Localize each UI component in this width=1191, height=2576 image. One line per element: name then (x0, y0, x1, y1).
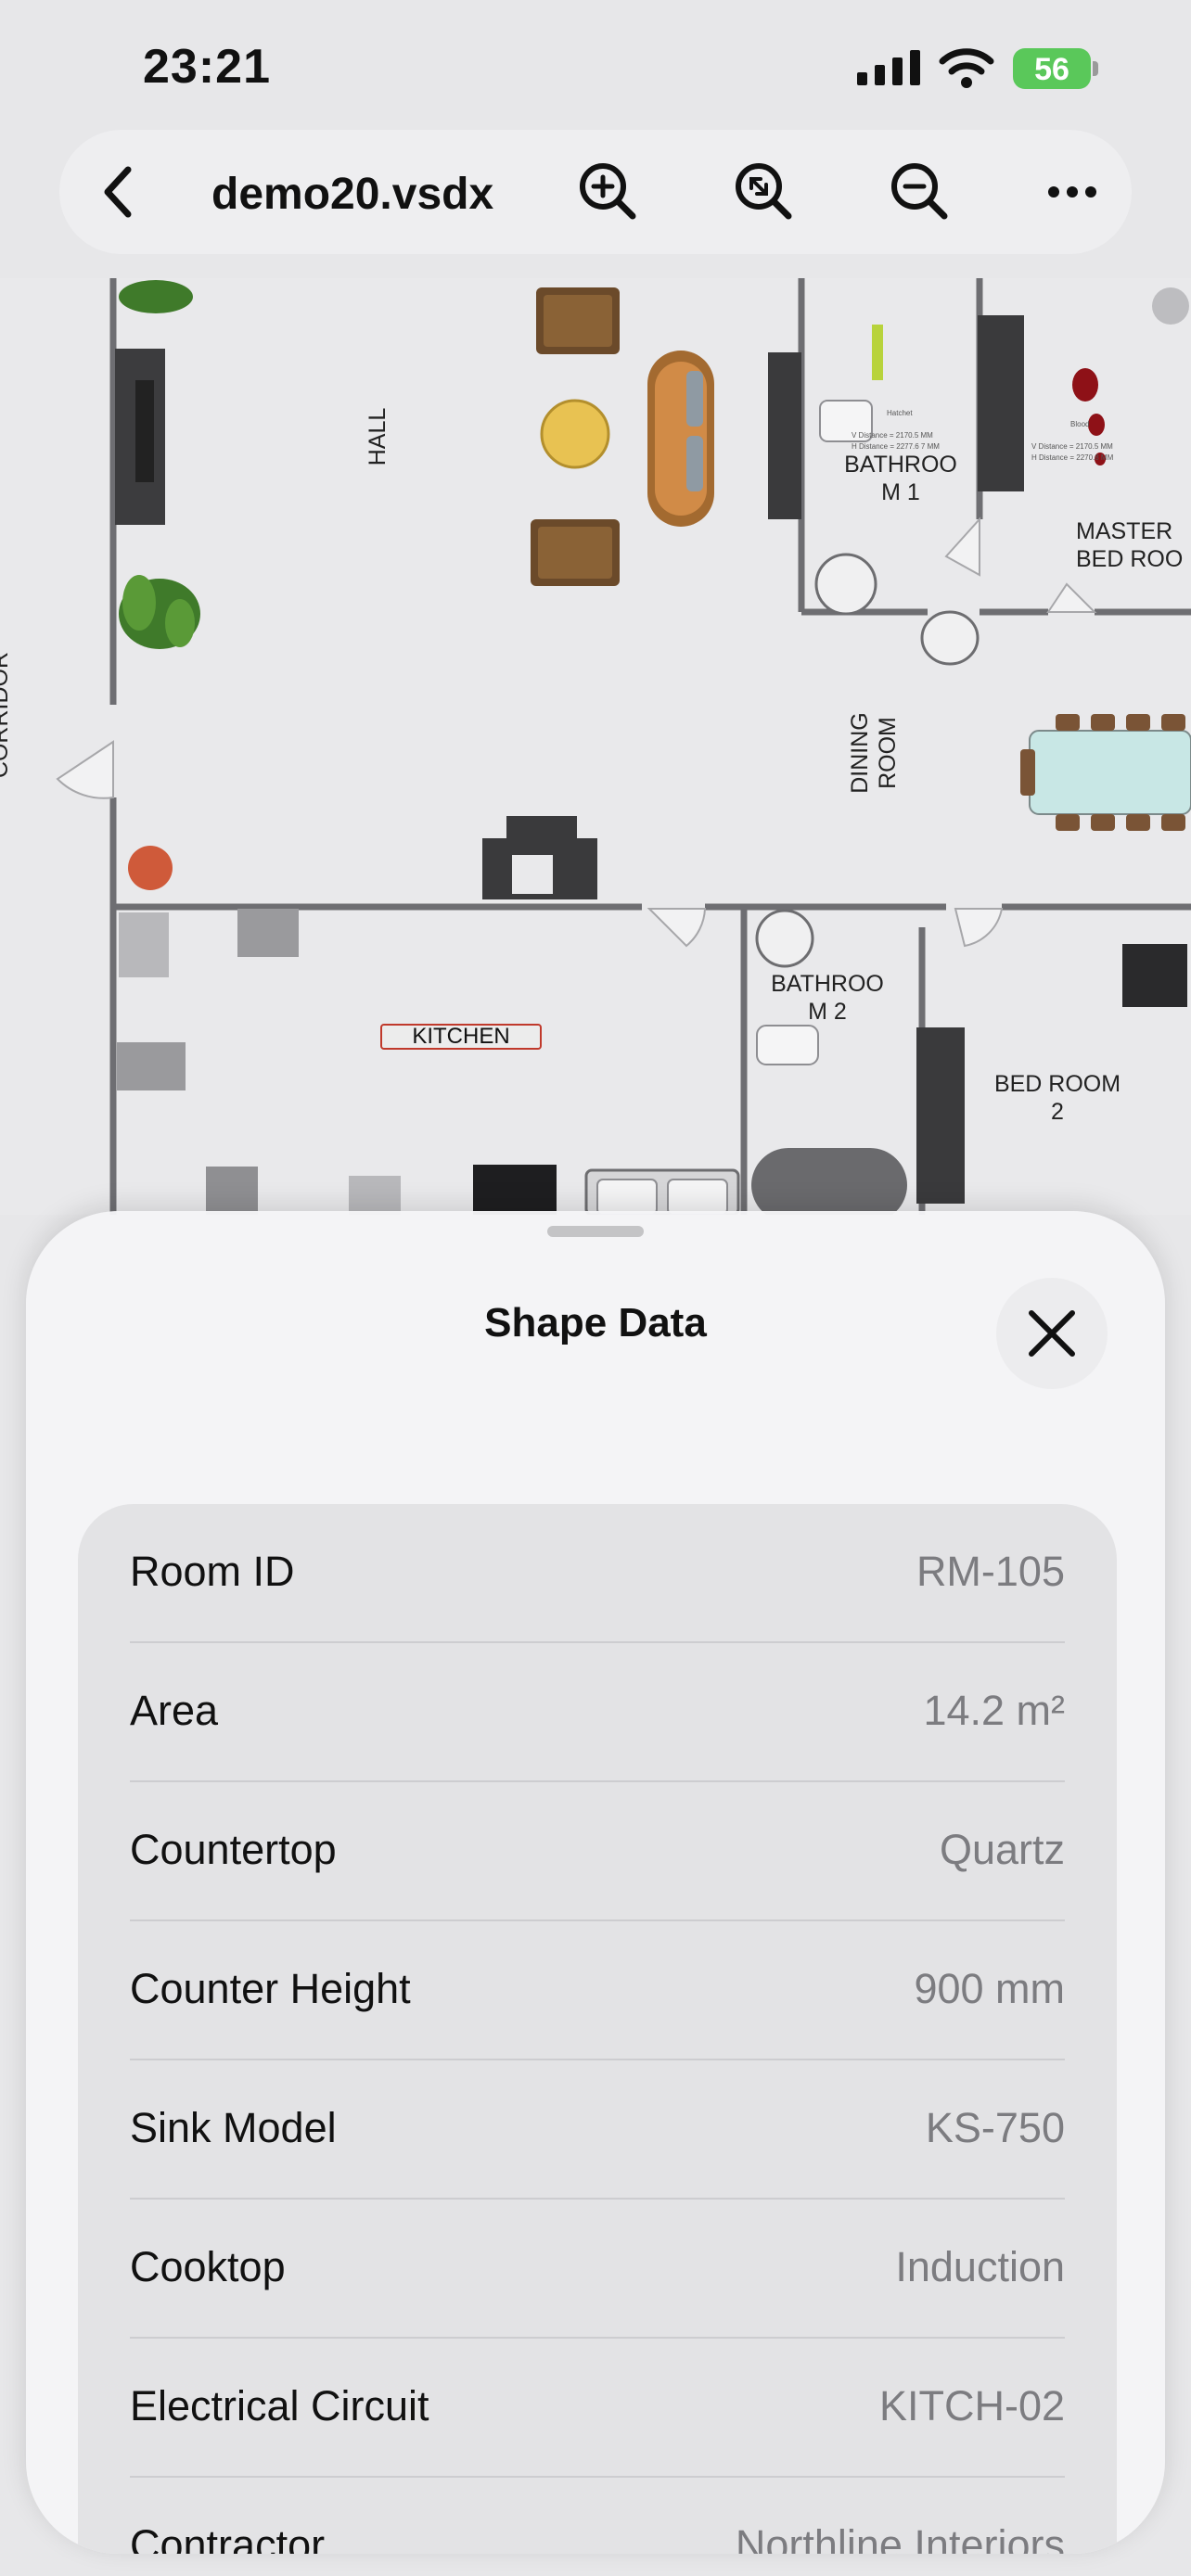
chevron-left-icon[interactable] (82, 155, 156, 229)
property-label: Cooktop (130, 2243, 286, 2290)
list-item: Sink Model KS-750 (78, 2060, 1117, 2200)
property-label: Countertop (130, 1826, 337, 1873)
room-label-hall: HALL (365, 407, 391, 466)
property-value: RM-105 (916, 1548, 1065, 1595)
property-value: 900 mm (914, 1965, 1065, 2012)
status-bar: 23:21 56 (0, 0, 1191, 139)
property-value: Northline Interiors (735, 2521, 1065, 2554)
property-label: Electrical Circuit (130, 2382, 429, 2429)
document-title: demo20.vsdx (211, 170, 494, 219)
shape-data-list: Room ID RM-105 Area 14.2 m² Countertop Q… (78, 1504, 1117, 2554)
zoom-out-icon[interactable] (883, 155, 957, 229)
list-item: Cooktop Induction (78, 2200, 1117, 2339)
list-item: Area 14.2 m² (78, 1643, 1117, 1782)
room-label-bathroom-1: BATHROO M 1 (844, 452, 957, 505)
sheet-grabber[interactable] (547, 1226, 644, 1237)
battery-icon: 56 (1013, 48, 1098, 89)
room-label-kitchen: KITCHEN (380, 1024, 542, 1050)
room-label-corridor: CORRIDOR (0, 651, 13, 779)
room-label-bathroom-2: BATHROO M 2 (771, 971, 884, 1025)
navigation-toolbar: demo20.vsdx (59, 130, 1132, 254)
property-value: Quartz (939, 1826, 1065, 1873)
property-value: KITCH-02 (878, 2382, 1065, 2429)
cellular-signal-icon (857, 50, 920, 85)
room-label-bedroom-2: BED ROOM 2 (993, 1071, 1121, 1125)
svg-text:H Distance = 2270.8 MM: H Distance = 2270.8 MM (1031, 453, 1114, 462)
property-value: 14.2 m² (923, 1687, 1065, 1734)
list-item: Counter Height 900 mm (78, 1921, 1117, 2060)
svg-text:Hatchet: Hatchet (887, 409, 913, 417)
list-item: Contractor Northline Interiors (78, 2478, 1117, 2554)
zoom-fit-icon[interactable] (727, 155, 801, 229)
property-label: Room ID (130, 1548, 295, 1595)
sheet-title: Shape Data (484, 1300, 707, 1345)
property-label: Contractor (130, 2521, 326, 2554)
property-label: Area (130, 1687, 219, 1734)
property-label: Sink Model (130, 2104, 337, 2151)
property-label: Counter Height (130, 1965, 411, 2012)
wifi-icon (939, 48, 994, 88)
status-time: 23:21 (143, 40, 271, 94)
svg-text:V Distance = 2170.5 MM: V Distance = 2170.5 MM (1031, 442, 1113, 451)
svg-text:V Distance = 2170.5 MM: V Distance = 2170.5 MM (852, 431, 933, 440)
more-icon[interactable] (1035, 155, 1109, 229)
list-item: Room ID RM-105 (78, 1504, 1117, 1643)
list-item: Countertop Quartz (78, 1782, 1117, 1921)
zoom-in-icon[interactable] (571, 155, 646, 229)
floor-plan-canvas[interactable]: Hatchet V Distance = 2170.5 MM H Distanc… (0, 278, 1191, 1215)
room-label-master-bedroom: MASTER BED ROO (1076, 518, 1184, 572)
battery-percent: 56 (1034, 52, 1069, 87)
close-button[interactable] (996, 1278, 1108, 1389)
property-value: KS-750 (925, 2104, 1065, 2151)
list-item: Electrical Circuit KITCH-02 (78, 2339, 1117, 2478)
room-label-dining-room: DINING ROOM (847, 712, 901, 794)
property-value: Induction (895, 2243, 1065, 2290)
shape-data-sheet: Shape Data Room ID RM-105 Area 14.2 m² C… (26, 1211, 1165, 2554)
svg-text:Blood: Blood (1070, 420, 1089, 428)
svg-text:H Distance = 2277.6 7 MM: H Distance = 2277.6 7 MM (852, 442, 940, 451)
close-icon (1029, 1310, 1075, 1357)
